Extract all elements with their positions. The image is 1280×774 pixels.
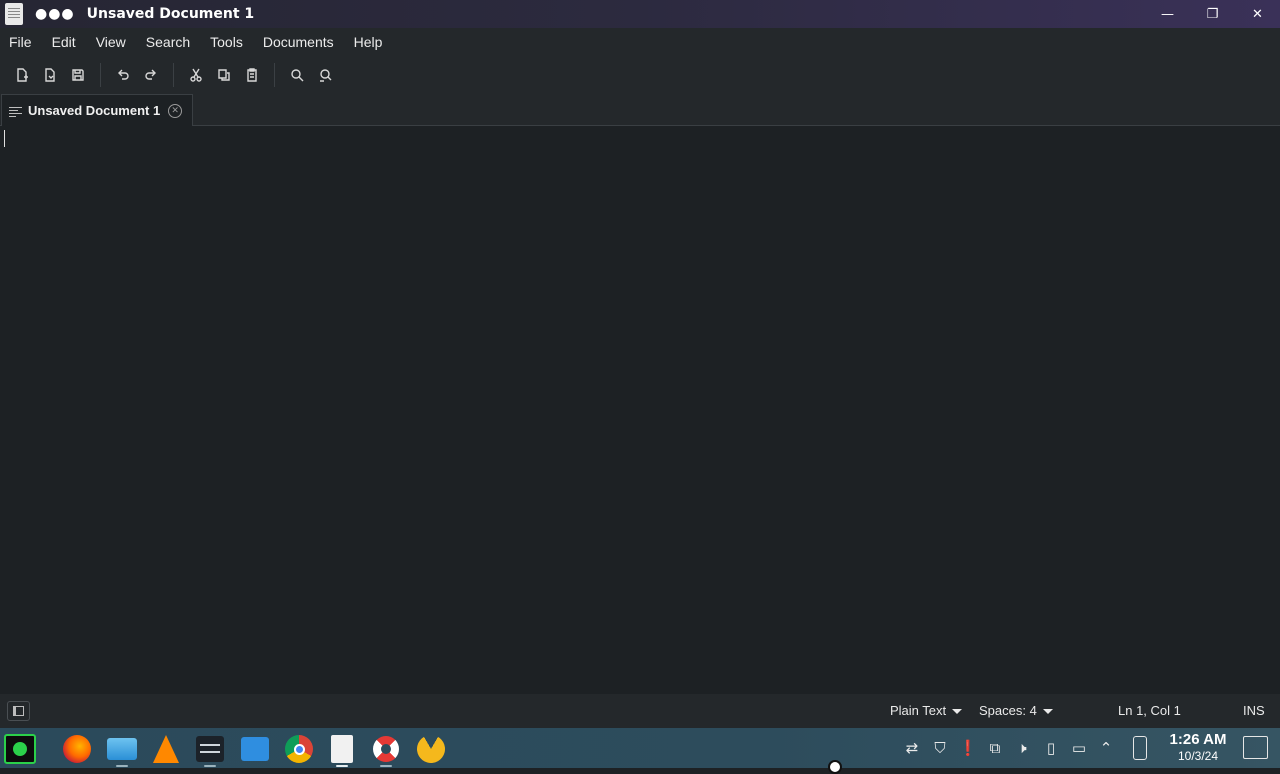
- chevron-down-icon: [1042, 709, 1053, 715]
- copy-button[interactable]: [210, 61, 238, 89]
- taskbar-help[interactable]: [369, 732, 403, 767]
- show-desktop-button[interactable]: [1243, 736, 1268, 759]
- chrome-icon: [285, 735, 313, 763]
- insert-mode[interactable]: INS: [1243, 703, 1265, 718]
- window-title: Unsaved Document 1: [86, 6, 255, 22]
- menu-file[interactable]: File: [9, 34, 32, 50]
- clock-time: 1:26 AM: [1169, 731, 1227, 748]
- window-menu-dots[interactable]: ●●●: [35, 6, 75, 22]
- cursor-position[interactable]: Ln 1, Col 1: [1118, 703, 1181, 718]
- undo-button[interactable]: [109, 61, 137, 89]
- activity-monitor-icon: [4, 734, 36, 764]
- menu-bar: File Edit View Search Tools Documents He…: [0, 28, 1280, 56]
- open-document-icon: [45, 68, 55, 82]
- taskbar-activity-monitor[interactable]: [3, 732, 37, 766]
- settings-sliders-icon: [196, 736, 224, 762]
- clock-date: 10/3/24: [1177, 749, 1219, 763]
- open-document-button[interactable]: [36, 61, 64, 89]
- indent-selector[interactable]: Spaces: 4: [979, 703, 1053, 718]
- remote-desktop-icon: [241, 737, 269, 761]
- taskbar-settings[interactable]: [193, 732, 227, 767]
- file-manager-icon: [107, 738, 137, 760]
- menu-documents[interactable]: Documents: [263, 34, 334, 50]
- running-indicator: [204, 765, 216, 767]
- display-icon[interactable]: ▭: [1069, 738, 1089, 758]
- menu-help[interactable]: Help: [354, 34, 383, 50]
- status-bar: Plain Text Spaces: 4 Ln 1, Col 1 INS: [0, 694, 1280, 728]
- menu-search[interactable]: Search: [146, 34, 190, 50]
- mouse-cursor: [828, 760, 842, 774]
- menu-lines-icon: [9, 106, 22, 117]
- find-replace-icon: [320, 69, 332, 82]
- taskbar-firefox[interactable]: [60, 732, 94, 766]
- indent-label: Spaces: 4: [979, 703, 1037, 718]
- tab-label: Unsaved Document 1: [28, 103, 161, 118]
- battery-icon[interactable]: ▯: [1041, 738, 1061, 758]
- find-replace-button[interactable]: [311, 61, 339, 89]
- minimize-icon: —: [1161, 6, 1174, 22]
- minimize-button[interactable]: —: [1145, 0, 1190, 28]
- language-selector[interactable]: Plain Text: [890, 703, 963, 718]
- maximize-button[interactable]: ❐: [1190, 0, 1235, 28]
- new-document-button[interactable]: [8, 61, 36, 89]
- running-indicator: [336, 765, 348, 767]
- cut-icon: [190, 68, 202, 82]
- firefox-icon: [63, 735, 91, 763]
- taskbar-vlc[interactable]: [149, 732, 183, 766]
- toolbar-separator: [173, 63, 174, 87]
- toolbar-separator: [274, 63, 275, 87]
- find-icon: [291, 69, 304, 82]
- menu-edit[interactable]: Edit: [52, 34, 76, 50]
- language-label: Plain Text: [890, 703, 947, 718]
- cut-button[interactable]: [182, 61, 210, 89]
- redo-icon: [145, 69, 156, 80]
- taskbar-text-editor[interactable]: [325, 732, 359, 767]
- find-button[interactable]: [283, 61, 311, 89]
- tab-close-icon[interactable]: ✕: [168, 103, 183, 118]
- document-tab[interactable]: Unsaved Document 1 ✕: [1, 94, 193, 126]
- running-indicator: [380, 765, 392, 767]
- new-document-icon: [17, 68, 28, 82]
- paste-button[interactable]: [238, 61, 266, 89]
- side-panel-toggle-button[interactable]: [7, 701, 30, 721]
- undo-icon: [118, 69, 129, 80]
- clock[interactable]: 1:26 AM 10/3/24: [1162, 730, 1234, 764]
- title-bar: ●●● Unsaved Document 1 — ❐ ✕: [0, 0, 1280, 28]
- paste-icon: [247, 68, 257, 82]
- redo-button[interactable]: [137, 61, 165, 89]
- text-editor-app-icon: [5, 3, 23, 25]
- sidebar-icon: [13, 706, 24, 716]
- menu-view[interactable]: View: [96, 34, 126, 50]
- chevron-down-icon: [952, 709, 963, 715]
- phone-icon[interactable]: [1130, 735, 1150, 761]
- taskbar-chrome[interactable]: [282, 732, 316, 766]
- save-icon: [72, 69, 84, 81]
- clipboard-icon[interactable]: ⧉: [985, 738, 1005, 758]
- restore-icon: ❐: [1206, 6, 1219, 22]
- taskbar-game[interactable]: [411, 729, 451, 769]
- taskbar: ⇄ ⛉ ❗ ⧉ 🕨 ▯ ▭ ⌃ 1:26 AM 10/3/24: [0, 728, 1280, 769]
- toolbar-separator: [100, 63, 101, 87]
- save-button[interactable]: [64, 61, 92, 89]
- close-button[interactable]: ✕: [1235, 0, 1280, 28]
- sync-icon[interactable]: ⇄: [902, 738, 922, 758]
- help-lifebuoy-icon: [373, 736, 399, 762]
- text-editor-icon: [331, 735, 353, 763]
- close-icon: ✕: [1252, 6, 1263, 22]
- menu-tools[interactable]: Tools: [210, 34, 243, 50]
- running-indicator: [116, 765, 128, 767]
- text-editor-area[interactable]: [0, 126, 1280, 694]
- clipboard-alert-icon[interactable]: ❗: [958, 738, 978, 758]
- chevron-up-icon[interactable]: ⌃: [1096, 738, 1116, 758]
- mute-icon[interactable]: 🕨: [1012, 738, 1032, 758]
- toolbar: [0, 56, 1280, 94]
- vlc-icon: [153, 735, 179, 763]
- pacman-game-icon: [411, 729, 451, 769]
- document-tab-bar: Unsaved Document 1 ✕: [0, 94, 1280, 126]
- text-caret: [4, 130, 5, 147]
- copy-icon: [218, 69, 230, 81]
- taskbar-remote-desktop[interactable]: [238, 732, 272, 766]
- shield-icon[interactable]: ⛉: [930, 738, 950, 758]
- taskbar-file-manager[interactable]: [105, 732, 139, 767]
